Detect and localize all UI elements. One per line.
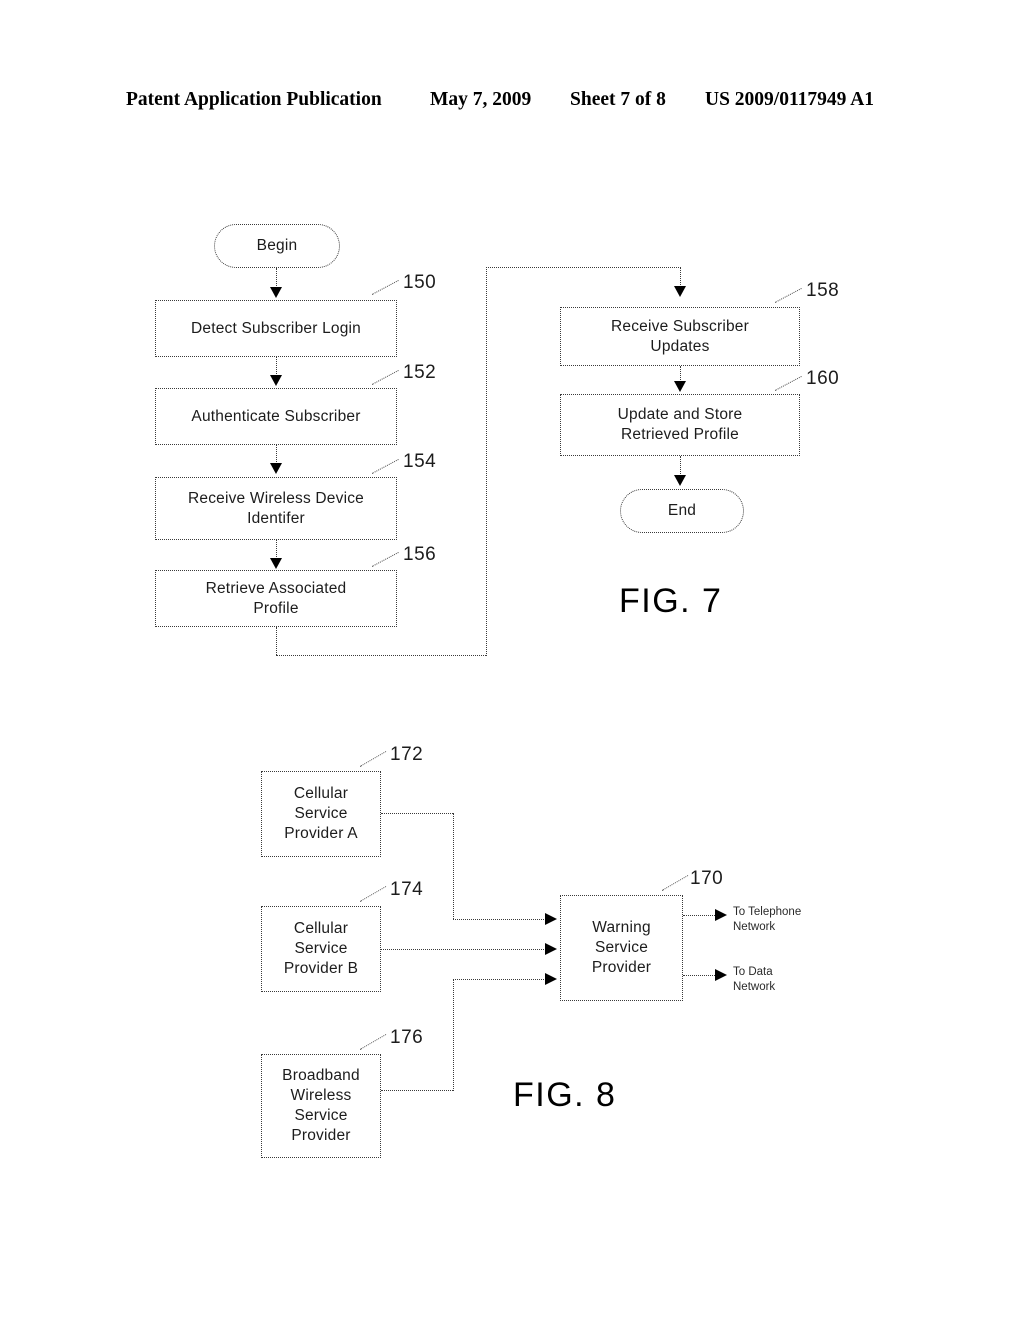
flow-node-152: Authenticate Subscriber xyxy=(155,388,397,445)
arrowhead-begin-to-150 xyxy=(270,287,282,298)
flow-node-152-label: Authenticate Subscriber xyxy=(191,407,361,425)
arrowhead-176-to-170 xyxy=(545,973,557,985)
leader-line-154 xyxy=(371,458,399,474)
flow-node-begin: Begin xyxy=(214,224,340,268)
block-node-172-label: Cellular Service Provider A xyxy=(284,785,358,842)
arrowhead-150-to-152 xyxy=(270,375,282,386)
header-patent-number: US 2009/0117949 A1 xyxy=(705,89,875,110)
flow-node-160: Update and Store Retrieved Profile xyxy=(560,394,800,456)
flow-node-158-label: Receive Subscriber Updates xyxy=(611,317,749,355)
block-node-176: Broadband Wireless Service Provider xyxy=(261,1054,381,1158)
block-node-172: Cellular Service Provider A xyxy=(261,771,381,857)
block-node-174: Cellular Service Provider B xyxy=(261,906,381,992)
connector-158-to-160 xyxy=(680,366,681,382)
flow-node-150: Detect Subscriber Login xyxy=(155,300,397,357)
header-sheet: Sheet 7 of 8 xyxy=(570,89,666,110)
connector-172-right xyxy=(381,813,453,814)
arrowhead-170-to-telephone xyxy=(715,909,727,921)
figure-8-caption: FIG. 8 xyxy=(513,1076,617,1114)
patent-drawing-sheet: Patent Application Publication May 7, 20… xyxy=(0,0,1024,1320)
ref-numeral-174: 174 xyxy=(390,879,424,900)
connector-to-158 xyxy=(680,267,681,287)
connector-172-into-170 xyxy=(453,919,546,920)
terminal-label-telephone-network: To Telephone Network xyxy=(733,906,802,933)
connector-152-to-154 xyxy=(276,445,277,464)
leader-line-158 xyxy=(774,287,802,303)
terminal-label-data-network: To Data Network xyxy=(733,966,776,993)
connector-156-up xyxy=(486,267,487,656)
leader-line-150 xyxy=(371,279,399,295)
ref-numeral-156: 156 xyxy=(403,544,437,565)
ref-numeral-172: 172 xyxy=(390,744,424,765)
flow-node-begin-label: Begin xyxy=(256,237,298,255)
block-node-170-label: Warning Service Provider xyxy=(591,919,652,976)
ref-numeral-158: 158 xyxy=(806,280,840,301)
arrowhead-to-158 xyxy=(674,286,686,297)
connector-154-to-156 xyxy=(276,540,277,559)
figure-7-caption: FIG. 7 xyxy=(619,582,723,620)
connector-170-to-data xyxy=(683,975,719,976)
connector-176-right xyxy=(381,1090,453,1091)
connector-172-down xyxy=(453,813,454,919)
leader-line-174 xyxy=(359,886,387,902)
header-publication: Patent Application Publication xyxy=(126,89,382,110)
flow-node-154-label: Receive Wireless Device Identifer xyxy=(187,489,364,527)
flow-node-end-label: End xyxy=(667,502,697,520)
leader-line-160 xyxy=(774,375,802,391)
flow-node-156: Retrieve Associated Profile xyxy=(155,570,397,627)
arrowhead-152-to-154 xyxy=(270,463,282,474)
ref-numeral-154: 154 xyxy=(403,451,437,472)
flow-node-150-label: Detect Subscriber Login xyxy=(190,319,362,337)
leader-line-172 xyxy=(359,751,387,767)
connector-170-to-telephone xyxy=(683,915,719,916)
connector-156-right xyxy=(276,655,486,656)
flow-node-154: Receive Wireless Device Identifer xyxy=(155,477,397,540)
leader-line-156 xyxy=(371,551,399,567)
flow-node-156-label: Retrieve Associated Profile xyxy=(205,579,347,617)
arrowhead-174-to-170 xyxy=(545,943,557,955)
leader-line-170 xyxy=(661,875,689,891)
ref-numeral-152: 152 xyxy=(403,362,437,383)
connector-150-to-152 xyxy=(276,357,277,376)
connector-160-to-end xyxy=(680,456,681,476)
leader-line-152 xyxy=(371,369,399,385)
arrowhead-158-to-160 xyxy=(674,381,686,392)
connector-174-into-170 xyxy=(381,949,546,950)
arrowhead-160-to-end xyxy=(674,475,686,486)
flow-node-158: Receive Subscriber Updates xyxy=(560,307,800,366)
ref-numeral-170: 170 xyxy=(690,868,724,889)
ref-numeral-176: 176 xyxy=(390,1027,424,1048)
connector-176-into-170 xyxy=(453,979,546,980)
connector-156-top xyxy=(486,267,681,268)
header-date: May 7, 2009 xyxy=(430,89,532,110)
block-node-174-label: Cellular Service Provider B xyxy=(283,920,359,977)
page-header: Patent Application Publication May 7, 20… xyxy=(0,86,1024,114)
flow-node-160-label: Update and Store Retrieved Profile xyxy=(617,406,743,443)
ref-numeral-150: 150 xyxy=(403,272,437,293)
arrowhead-154-to-156 xyxy=(270,558,282,569)
flow-node-end: End xyxy=(620,489,744,533)
connector-156-down xyxy=(276,627,277,655)
arrowhead-172-to-170 xyxy=(545,913,557,925)
arrowhead-170-to-data xyxy=(715,969,727,981)
block-node-170: Warning Service Provider xyxy=(560,895,683,1001)
leader-line-176 xyxy=(359,1034,387,1050)
connector-begin-to-150 xyxy=(276,268,277,288)
ref-numeral-160: 160 xyxy=(806,368,840,389)
block-node-176-label: Broadband Wireless Service Provider xyxy=(282,1067,360,1144)
connector-176-up xyxy=(453,979,454,1091)
